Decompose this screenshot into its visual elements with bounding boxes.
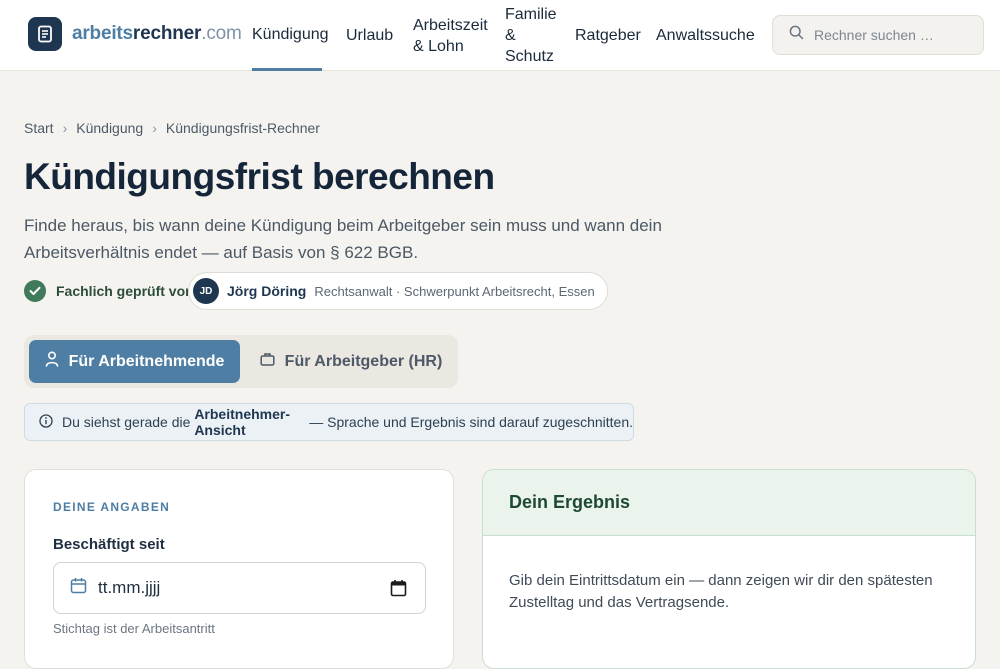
logo-part-3: .com — [201, 23, 242, 44]
nav-label: Ratgeber — [575, 27, 641, 44]
nav-item-familie-schutz[interactable]: Familie & Schutz — [505, 0, 561, 71]
check-icon — [24, 280, 46, 302]
info-suffix: — Sprache und Ergebnis sind darauf zuges… — [305, 414, 633, 430]
reviewer-pill[interactable]: JD Jörg Döring Rechtsanwalt · Schwerpunk… — [188, 272, 608, 310]
nav-label: Familie & Schutz — [505, 6, 557, 65]
nav-item-urlaub[interactable]: Urlaub — [346, 0, 393, 71]
reviewer-name: Jörg Döring — [227, 283, 307, 299]
review-label: Fachlich geprüft von — [56, 283, 194, 299]
info-highlight: Arbeitnehmer-Ansicht — [194, 406, 290, 438]
breadcrumb: Start › Kündigung › Kündigungsfrist-Rech… — [24, 120, 320, 136]
breadcrumb-start[interactable]: Start — [24, 120, 54, 136]
result-header: Dein Ergebnis — [483, 470, 975, 536]
audience-toggle: Für Arbeitnehmende Für Arbeitgeber (HR) — [24, 335, 458, 388]
view-info-banner: Du siehst gerade die Arbeitnehmer-Ansich… — [24, 403, 634, 441]
page-title: Kündigungsfrist berechnen — [24, 156, 495, 197]
nav-item-ratgeber[interactable]: Ratgeber — [575, 0, 641, 71]
nav-label: Anwaltssuche — [656, 27, 755, 44]
logo-wordmark[interactable]: arbeitsrechner.com — [72, 23, 242, 45]
nav-label: Kündigung — [252, 25, 329, 43]
start-date-label: Beschäftigt seit — [53, 536, 165, 553]
start-date-field[interactable]: tt.mm.jjjj — [53, 562, 426, 614]
employee-view-button[interactable]: Für Arbeitnehmende — [29, 340, 240, 383]
breadcrumb-current: Kündigungsfrist-Rechner — [165, 120, 320, 136]
avatar: JD — [193, 278, 219, 304]
breadcrumb-separator: › — [152, 120, 157, 136]
employee-view-label: Für Arbeitnehmende — [68, 352, 225, 370]
nav-item-arbeitszeit-lohn[interactable]: Arbeitszeit & Lohn — [413, 0, 489, 71]
start-date-hint: Stichtag ist der Arbeitsantritt — [53, 621, 215, 636]
employer-view-button[interactable]: Für Arbeitgeber (HR) — [256, 340, 446, 383]
result-card: Dein Ergebnis Gib dein Eintrittsdatum ei… — [482, 469, 976, 669]
search-icon — [789, 25, 804, 45]
calendar-icon — [70, 577, 87, 599]
date-picker-icon[interactable] — [390, 579, 407, 602]
search-input[interactable] — [814, 27, 974, 43]
site-header: arbeitsrechner.com Kündigung Urlaub Arbe… — [0, 0, 1000, 71]
person-icon — [45, 351, 69, 372]
review-badge: Fachlich geprüft von JD Jörg Döring Rech… — [24, 272, 608, 310]
breadcrumb-separator: › — [62, 120, 68, 136]
start-date-value: tt.mm.jjjj — [98, 578, 161, 597]
reviewer-role: Rechtsanwalt · Schwerpunkt Arbeitsrecht,… — [314, 283, 595, 299]
nav-item-anwaltssuche[interactable]: Anwaltssuche — [656, 0, 755, 71]
section-label: DEINE ANGABEN — [53, 500, 171, 514]
result-placeholder-text: Gib dein Eintrittsdatum ein — dann zeige… — [509, 572, 933, 611]
info-icon — [39, 413, 53, 431]
breadcrumb-kuendigung[interactable]: Kündigung — [76, 120, 143, 136]
nav-item-kuendigung[interactable]: Kündigung — [252, 0, 329, 71]
logo-part-1: arbeits — [72, 23, 133, 44]
nav-label: Arbeitszeit & Lohn — [413, 16, 488, 55]
briefcase-icon — [260, 352, 285, 371]
result-title: Dein Ergebnis — [509, 492, 631, 512]
info-prefix: Du siehst gerade die — [62, 414, 195, 430]
search-box[interactable] — [772, 15, 984, 55]
input-card: DEINE ANGABEN Beschäftigt seit tt.mm.jjj… — [24, 469, 454, 669]
logo-part-2: rechner — [132, 23, 202, 44]
employer-view-label: Für Arbeitgeber (HR) — [284, 352, 443, 370]
nav-label: Urlaub — [346, 27, 394, 44]
logo-icon[interactable] — [28, 17, 62, 51]
page-lead: Finde heraus, bis wann deine Kündigung b… — [24, 216, 662, 262]
